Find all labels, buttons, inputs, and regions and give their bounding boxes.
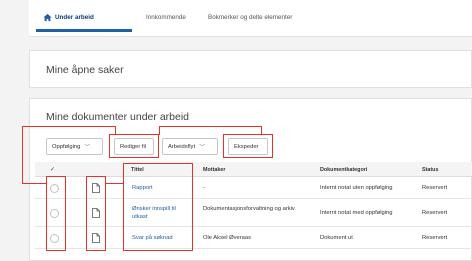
documents-title: Mine dokumenter under arbeid [46, 111, 190, 123]
select-all-check[interactable]: ✓ [50, 166, 55, 173]
connector-line [105, 183, 124, 185]
chevron-down-icon: ﹀ [84, 145, 91, 151]
workflow-dropdown[interactable]: Arbeidsflyt ﹀ [162, 138, 218, 155]
table-header: ✓ Tittel Mottaker Dokumentkategori Statu… [35, 162, 472, 177]
open-cases-card: Mine åpne saker [29, 50, 472, 88]
connector-line [115, 126, 117, 135]
tab-under-arbeid[interactable]: Under arbeid [55, 14, 94, 21]
connector-line [22, 126, 24, 184]
recipient-cell: Dokumentasjonsforvaltning og arkiv [203, 206, 295, 212]
status-cell: Reservert [422, 185, 448, 191]
column-recipient[interactable]: Mottaker [203, 167, 225, 173]
followup-label: Oppfølging [52, 143, 81, 150]
recipient-cell: - [203, 185, 205, 191]
column-category[interactable]: Dokumentkategori [320, 167, 367, 173]
connector-line [261, 126, 263, 135]
status-cell: Reservert [422, 210, 448, 216]
connector-line [22, 183, 47, 185]
chevron-down-icon: ﹀ [199, 145, 206, 151]
tab-innkommende[interactable]: Innkommende [146, 14, 186, 21]
highlight-checkbox-column [46, 176, 66, 251]
category-cell: Dokument ut [320, 235, 353, 241]
workflow-label: Arbeidsflyt [168, 143, 196, 150]
tab-bokmerker[interactable]: Bokmerker og delte elementer [208, 14, 292, 21]
highlight-edit-file [109, 134, 159, 158]
highlight-document-column [86, 176, 106, 251]
category-cell: Internt notat uten oppfølging [320, 185, 393, 191]
column-status[interactable]: Status [422, 167, 438, 173]
highlight-title-column [123, 163, 193, 251]
status-cell: Reservert [422, 235, 448, 241]
active-tab-indicator [36, 29, 132, 32]
connector-line [22, 126, 116, 128]
recipient-cell: Ole Aksel Øveraas [203, 235, 252, 241]
home-icon [43, 13, 52, 22]
category-cell: Internt notat med oppfølging [320, 210, 393, 216]
connector-line [159, 126, 161, 135]
followup-dropdown[interactable]: Oppfølging ﹀ [46, 138, 103, 155]
open-cases-title: Mine åpne saker [46, 64, 124, 76]
highlight-dispatch [223, 134, 273, 158]
connector-line [159, 126, 262, 128]
